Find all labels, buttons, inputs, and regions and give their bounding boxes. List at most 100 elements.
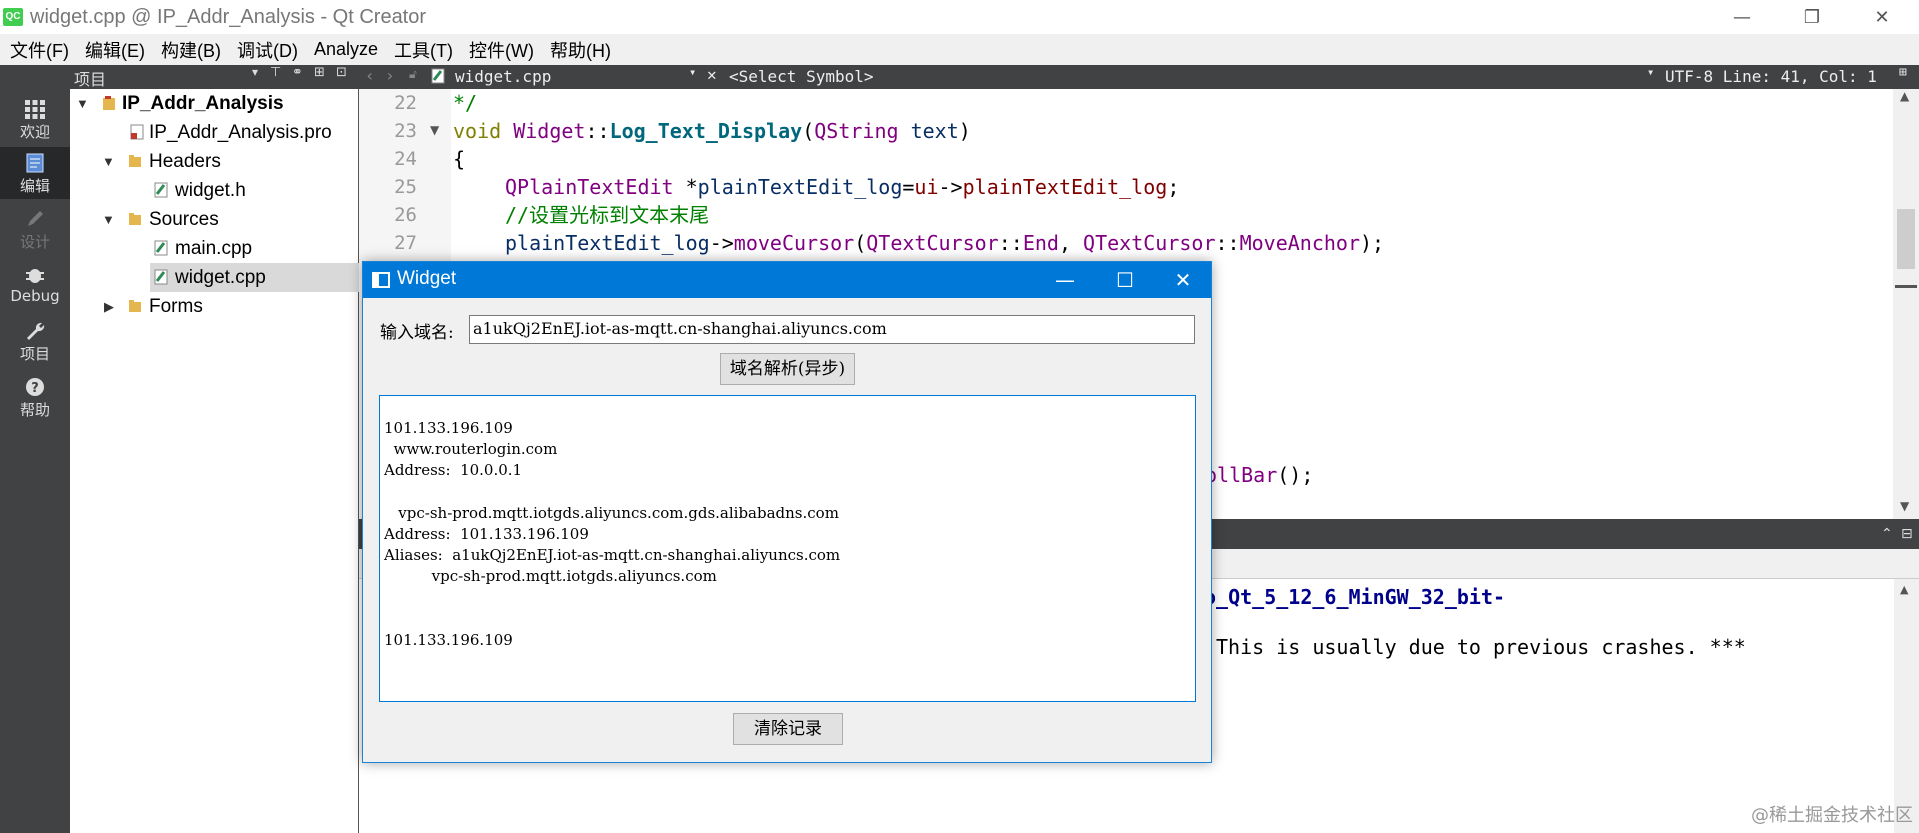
symbol-selector[interactable]: <Select Symbol>: [729, 67, 874, 86]
output-line: o_Qt_5_12_6_MinGW_32_bit-: [1204, 585, 1506, 609]
code-token: ::: [1215, 231, 1240, 255]
menu-help[interactable]: 帮助(H): [542, 37, 619, 63]
clear-log-button[interactable]: 清除记录: [733, 713, 843, 745]
chevron-down-icon[interactable]: ▼: [102, 147, 115, 176]
chevron-down-icon[interactable]: ▼: [76, 89, 89, 118]
source-file-icon: [431, 68, 445, 84]
close-pane-icon[interactable]: ⊟: [1901, 526, 1913, 542]
code-token: ();: [1277, 463, 1314, 487]
close-file-icon[interactable]: ✕: [707, 65, 717, 84]
scroll-down-icon[interactable]: ▼: [1900, 499, 1909, 513]
editor-toolbar: ‹ › 🔓︎ widget.cpp ▾ ✕ <Select Symbol> ▾ …: [359, 65, 1919, 89]
code-member: plainTextEdit_log: [962, 175, 1168, 199]
mode-design[interactable]: 设计: [0, 203, 70, 255]
output-scrollbar[interactable]: ▲: [1894, 579, 1919, 833]
code-token: {: [453, 147, 466, 171]
dialog-minimize-button[interactable]: —: [1037, 262, 1093, 298]
title-bar: QC widget.cpp @ IP_Addr_Analysis - Qt Cr…: [0, 0, 1919, 34]
tree-item-label: IP_Addr_Analysis: [122, 93, 284, 114]
mode-sidebar: 欢迎 编辑 设计 Debug 项目 ? 帮助: [0, 65, 70, 833]
link-icon[interactable]: ⚭: [292, 65, 303, 80]
chevron-down-icon[interactable]: ▼: [102, 205, 115, 234]
code-type: QString: [814, 119, 899, 143]
tree-item-headers[interactable]: ▼ Headers: [70, 147, 359, 176]
log-text-area[interactable]: 101.133.196.109 www.routerlogin.com Addr…: [379, 395, 1196, 702]
scrollbar-thumb[interactable]: [1897, 209, 1915, 269]
mode-debug[interactable]: Debug: [0, 259, 70, 311]
menu-bar: 文件(F) 编辑(E) 构建(B) 调试(D) Analyze 工具(T) 控件…: [0, 34, 1919, 65]
fold-arrow-icon[interactable]: ▼: [430, 123, 439, 137]
code-comment: //设置光标到文本末尾: [505, 203, 710, 227]
chevron-right-icon[interactable]: ▶: [104, 292, 114, 321]
mode-label: 欢迎: [19, 123, 50, 141]
wrench-icon: [27, 322, 45, 340]
chevron-down-icon[interactable]: ▾: [1647, 65, 1654, 79]
tree-item-widget-cpp[interactable]: widget.cpp: [150, 263, 359, 292]
code-token: (: [802, 119, 815, 143]
window-icon: [372, 272, 390, 288]
tree-item-pro-file[interactable]: IP_Addr_Analysis.pro: [70, 118, 359, 147]
menu-debug[interactable]: 调试(D): [229, 37, 306, 63]
dialog-title-bar[interactable]: Widget — ☐ ✕: [363, 262, 1211, 298]
code-token: (: [854, 231, 867, 255]
minimize-button[interactable]: —: [1714, 0, 1770, 34]
code-function: ollBar: [1205, 463, 1278, 487]
log-line: vpc-sh-prod.mqtt.iotgds.aliyuncs.com.gds…: [384, 503, 839, 522]
maximize-pane-icon[interactable]: ⌃: [1881, 526, 1893, 542]
menu-tools[interactable]: 工具(T): [386, 37, 461, 63]
project-view-selector[interactable]: 项目: [74, 66, 106, 90]
dialog-close-button[interactable]: ✕: [1155, 262, 1211, 298]
mode-help[interactable]: ? 帮助: [0, 371, 70, 423]
code-token: ,: [1058, 231, 1084, 255]
menu-file[interactable]: 文件(F): [2, 37, 77, 63]
code-token: );: [1360, 231, 1385, 255]
folder-icon: [129, 155, 141, 167]
code-class: Widget: [513, 119, 586, 143]
menu-analyze[interactable]: Analyze: [306, 39, 386, 60]
log-line: Address: 101.133.196.109: [384, 524, 589, 543]
code-function: Log_Text_Display: [609, 119, 803, 143]
chevron-down-icon[interactable]: ▾: [252, 65, 258, 79]
forward-arrow-icon[interactable]: ›: [385, 66, 395, 85]
tree-item-label: widget.h: [175, 180, 246, 201]
tree-item-project[interactable]: ▼ IP_Addr_Analysis: [70, 89, 359, 118]
scroll-up-icon[interactable]: ▲: [1900, 583, 1908, 596]
tree-item-forms[interactable]: ▶ Forms: [70, 292, 359, 321]
mode-edit[interactable]: 编辑: [0, 147, 70, 199]
split-icon[interactable]: ⊞: [314, 65, 325, 80]
mode-projects[interactable]: 项目: [0, 315, 70, 367]
mode-label: 项目: [19, 345, 50, 363]
encoding-status[interactable]: UTF-8 Line: 41, Col: 1: [1665, 67, 1877, 86]
code-variable: plainTextEdit_log: [697, 175, 903, 199]
edit-document-icon: [26, 153, 44, 173]
chevron-down-icon[interactable]: ▾: [689, 65, 696, 79]
code-token: ->: [938, 175, 963, 199]
scroll-up-icon[interactable]: ▲: [1900, 89, 1909, 103]
open-file-selector[interactable]: widget.cpp: [455, 67, 551, 86]
qt-creator-logo-icon: QC: [3, 8, 23, 26]
tree-item-label: Forms: [149, 296, 203, 317]
editor-scrollbar[interactable]: ▲ ▼: [1893, 89, 1919, 519]
dialog-title: Widget: [397, 268, 457, 289]
restore-button[interactable]: ❐: [1784, 0, 1840, 34]
tree-item-label: Sources: [149, 209, 219, 230]
filter-icon[interactable]: ⊤: [270, 65, 281, 80]
menu-build[interactable]: 构建(B): [153, 37, 229, 63]
menu-controls[interactable]: 控件(W): [461, 37, 542, 63]
folder-icon: [129, 213, 141, 225]
mode-welcome[interactable]: 欢迎: [0, 93, 70, 145]
tree-item-widget-h[interactable]: widget.h: [70, 176, 359, 205]
line-number: 24: [394, 148, 417, 170]
close-button[interactable]: ✕: [1854, 0, 1910, 34]
dialog-maximize-button[interactable]: ☐: [1097, 262, 1153, 298]
tree-item-sources[interactable]: ▼ Sources: [70, 205, 359, 234]
resolve-domain-button[interactable]: 域名解析(异步): [720, 353, 855, 385]
domain-input[interactable]: a1ukQj2EnEJ.iot-as-mqtt.cn-shanghai.aliy…: [469, 315, 1195, 344]
code-type: QTextCursor: [866, 231, 999, 255]
split-icon[interactable]: ⊞: [1899, 65, 1907, 80]
close-panel-icon[interactable]: ⊡: [336, 65, 347, 80]
back-arrow-icon[interactable]: ‹: [365, 66, 375, 85]
tree-item-main-cpp[interactable]: main.cpp: [70, 234, 359, 263]
menu-edit[interactable]: 编辑(E): [77, 37, 153, 63]
